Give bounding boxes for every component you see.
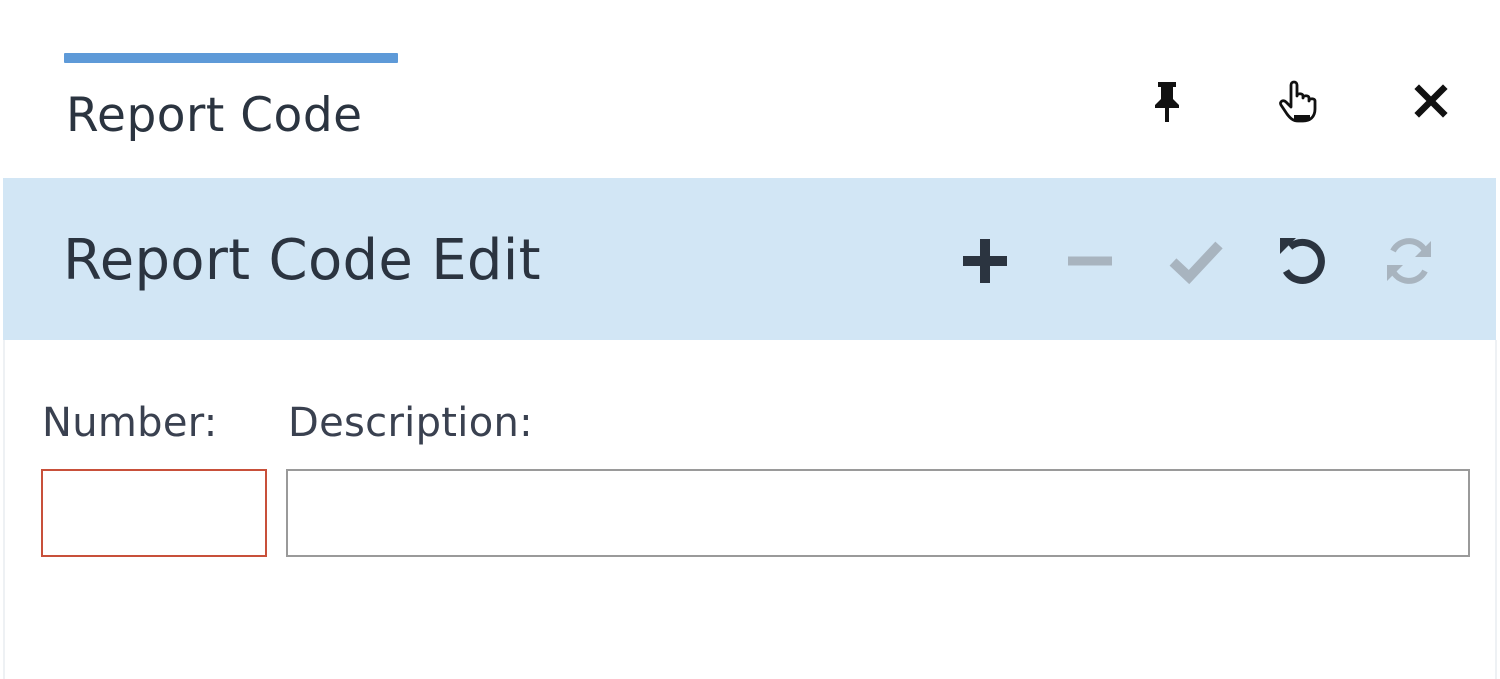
panel-title: Report Code Edit	[63, 228, 541, 293]
pin-icon[interactable]	[1144, 78, 1190, 124]
panel-header: Report Code Edit	[3, 178, 1496, 340]
plus-icon	[963, 239, 1007, 283]
refresh-icon	[1387, 238, 1431, 284]
undo-button[interactable]	[1271, 230, 1333, 292]
description-label: Description:	[288, 400, 533, 446]
refresh-button[interactable]	[1378, 230, 1440, 292]
save-button[interactable]	[1165, 230, 1227, 292]
tab-report-code[interactable]: Report Code	[66, 84, 363, 148]
add-button[interactable]	[954, 230, 1016, 292]
pointer-hand-icon[interactable]	[1276, 78, 1322, 124]
active-tab-indicator	[64, 53, 398, 63]
remove-button[interactable]	[1059, 230, 1121, 292]
number-label: Number:	[42, 400, 218, 446]
check-icon	[1169, 241, 1223, 285]
minus-icon	[1068, 256, 1112, 266]
undo-icon	[1280, 238, 1325, 284]
description-field[interactable]	[286, 469, 1470, 557]
number-field[interactable]	[41, 469, 267, 557]
close-icon[interactable]	[1408, 78, 1454, 124]
